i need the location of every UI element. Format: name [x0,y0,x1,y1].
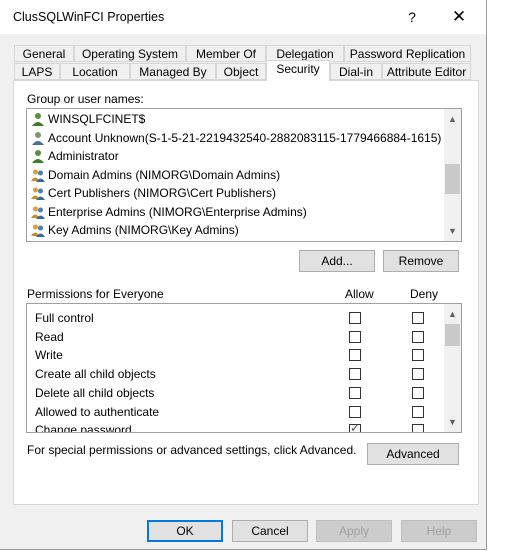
ok-button[interactable]: OK [147,520,223,542]
user-icon [31,149,45,163]
group-icon [31,186,45,200]
advanced-button[interactable]: Advanced [367,443,459,465]
group-list-item[interactable]: Cert Publishers (NIMORG\Cert Publishers) [31,184,276,202]
deny-checkbox[interactable] [412,312,424,324]
window-title: ClusSQLWinFCI Properties [13,10,165,24]
deny-header: Deny [410,287,439,301]
tab-member-of[interactable]: Member Of [186,45,266,62]
group-name: Cert Publishers (NIMORG\Cert Publishers) [48,186,277,200]
permission-name: Delete all child objects [35,385,155,400]
deny-checkbox[interactable] [412,424,424,432]
permission-name: Create all child objects [35,367,156,382]
remove-button[interactable]: Remove [383,250,459,272]
group-list-item[interactable]: Enterprise Admins (NIMORG\Enterprise Adm… [31,203,307,221]
apply-button[interactable]: Apply [316,520,392,542]
allow-checkbox[interactable] [349,368,361,381]
deny-checkbox[interactable] [412,349,424,362]
tab-managed-by[interactable]: Managed By [130,63,216,80]
scroll-up-icon[interactable]: ▲ [444,306,461,322]
group-icon [31,205,45,219]
group-icon [31,168,45,182]
tab-laps[interactable]: LAPS [14,63,60,80]
permission-name: Write [35,348,63,363]
permissions-scrollbar[interactable]: ▲ ▼ [444,304,461,432]
group-list-item[interactable]: Enterprise Key Admins (NIMORG\Enterprise… [31,240,355,243]
deny-checkbox[interactable] [412,386,424,399]
close-icon[interactable]: ✕ [448,6,470,28]
group-name: Key Admins (NIMORG\Key Admins) [48,223,239,237]
allow-checkbox[interactable] [349,421,361,432]
group-name: Enterprise Key Admins (NIMORG\Enterprise… [48,242,355,243]
advanced-hint: For special permissions or advanced sett… [27,443,357,457]
tab-general[interactable]: General [14,45,74,62]
scroll-down-icon[interactable]: ▼ [444,414,461,430]
group-list-item[interactable]: Account Unknown(S-1-5-21-2219432540-2882… [31,129,441,147]
group-list-item[interactable]: Administrator [31,147,119,165]
group-name: Account Unknown(S-1-5-21-2219432540-2882… [48,130,442,145]
permissions-list[interactable]: Full control Read Write Create all child ob… [26,303,462,433]
allow-checkbox[interactable] [349,349,361,362]
add-button[interactable]: Add... [299,250,375,272]
group-name: Enterprise Admins (NIMORG\Enterprise Adm… [48,204,307,219]
tab-password-replication[interactable]: Password Replication [344,45,471,62]
group-list-item[interactable]: Domain Admins (NIMORG\Domain Admins) [31,166,280,184]
permissions-label: Permissions for Everyone [27,287,164,301]
unknown-user-icon [31,131,45,145]
scroll-down-icon[interactable]: ▼ [444,223,461,239]
permission-name: Read [35,329,64,344]
group-name: WINSQLFCINET$ [48,112,146,126]
group-name: Domain Admins (NIMORG\Domain Admins) [48,167,281,182]
tab-security[interactable]: Security [266,60,330,81]
group-name: Administrator [48,149,119,163]
group-list-item[interactable]: Key Admins (NIMORG\Key Admins) [31,221,239,239]
allow-header: Allow [345,287,374,301]
help-button[interactable]: Help [401,520,477,542]
computer-user-icon [31,112,45,126]
group-icon [31,223,45,237]
tab-attribute-editor[interactable]: Attribute Editor [382,63,471,80]
group-list-scrollbar[interactable]: ▲ ▼ [444,109,461,241]
group-list-item[interactable]: WINSQLFCINET$ [31,110,145,128]
scroll-up-icon[interactable]: ▲ [444,111,461,127]
tab-object[interactable]: Object [216,63,266,80]
permission-name: Change password [35,423,132,433]
scroll-thumb[interactable] [445,164,460,194]
deny-checkbox[interactable] [412,368,424,381]
scroll-thumb[interactable] [445,324,460,346]
tab-operating-system[interactable]: Operating System [74,45,186,62]
deny-checkbox[interactable] [412,330,424,343]
group-list-label: Group or user names: [27,92,144,106]
deny-checkbox[interactable] [412,405,424,418]
allow-checkbox[interactable] [349,386,361,399]
allow-checkbox[interactable] [349,330,361,343]
group-user-list[interactable]: WINSQLFCINET$ Account Unknown(S-1-5-21-22… [26,108,462,242]
title-bar: ClusSQLWinFCI Properties ? ✕ [0,0,486,34]
properties-dialog: ClusSQLWinFCI Properties ? ✕ General Ope… [0,0,487,550]
cancel-button[interactable]: Cancel [232,520,308,542]
permission-name: Full control [35,311,94,325]
tab-dial-in[interactable]: Dial-in [330,63,382,80]
allow-checkbox[interactable] [349,405,361,418]
permission-name: Allowed to authenticate [35,404,160,419]
group-icon [31,242,45,243]
allow-checkbox[interactable] [349,312,361,324]
help-icon[interactable]: ? [401,6,423,28]
tab-location[interactable]: Location [60,63,130,80]
